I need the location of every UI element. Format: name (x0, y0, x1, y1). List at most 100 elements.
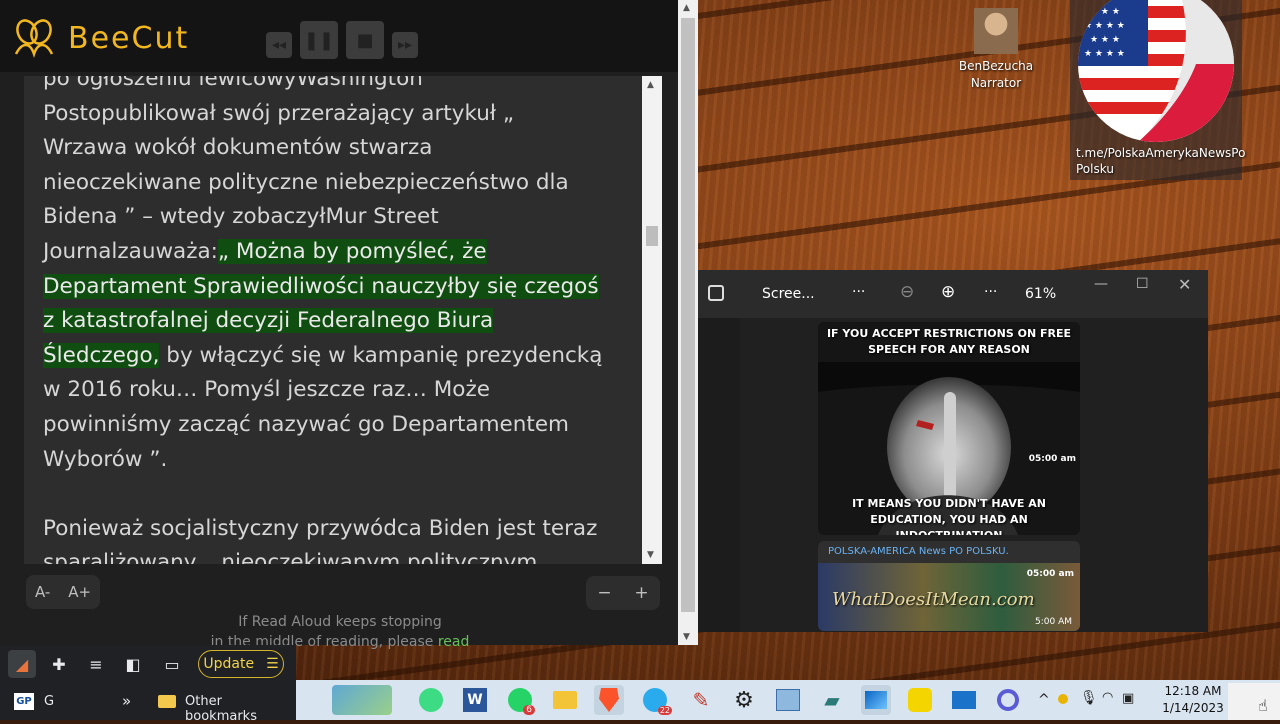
notes-icon[interactable]: ▰ (817, 685, 847, 715)
speed-plus-button[interactable]: + (634, 583, 648, 603)
highlighted-segment: „ Można by pomyśleć, że (217, 238, 487, 264)
paint-icon[interactable] (773, 685, 803, 715)
maps-app-icon[interactable] (332, 685, 392, 715)
meme-timestamp: 05:00 am (1028, 454, 1076, 464)
telegram-badge: 22 (657, 706, 672, 715)
channel-timestamp-2: 5:00 AM (1035, 617, 1072, 627)
text-line: Journalzauważa:„ Można by pomyśleć, że (43, 235, 623, 270)
text-line: sparaliżowany „ nieoczekiwanym polityczn… (43, 550, 538, 564)
text-line: Wrzawa wokół dokumentów stwarza (43, 135, 433, 161)
channel-name: POLSKA-AMERICA News PO POLSKU. (828, 546, 1009, 557)
tray-yellow-icon[interactable] (1058, 694, 1068, 704)
scroll-down-arrow-icon[interactable]: ▼ (683, 632, 690, 642)
bookmarks-overflow[interactable]: » (122, 692, 131, 710)
media-player-icon[interactable] (949, 685, 979, 715)
pause-button[interactable]: ❚❚ (300, 21, 338, 59)
android-icon[interactable] (416, 685, 446, 715)
folder-icon (158, 695, 176, 708)
wallet-icon[interactable]: ▭ (158, 650, 186, 678)
update-button[interactable]: Update ☰ (198, 650, 284, 678)
narrator-avatar (974, 8, 1018, 54)
maximize-button[interactable]: ☐ (1136, 276, 1149, 292)
svg-text:★ ★ ★: ★ ★ ★ (1090, 7, 1120, 17)
clock-time: 12:18 AM (1164, 684, 1222, 698)
text-scrollbar-thumb[interactable] (646, 226, 658, 246)
photos-sidebar (698, 318, 740, 632)
svg-text:★ ★ ★: ★ ★ ★ (1090, 35, 1120, 45)
bookmarks-bar: GP G » Other bookmarks (0, 683, 296, 724)
taskbar-clock[interactable]: 12:18 AM 1/14/2023 (1158, 683, 1228, 717)
zoom-in-icon[interactable]: ⊕ (941, 282, 955, 302)
meme-bottom-text: IT MEANS YOU DIDN'T HAVE AN EDUCATION, Y… (852, 497, 1046, 535)
extensions-puzzle-icon[interactable]: ✚ (45, 650, 73, 678)
bee-icon (14, 19, 54, 58)
update-label: Update (203, 656, 255, 672)
forward-button[interactable]: ▸▸ (392, 32, 418, 58)
network-icon[interactable]: ▣ (1122, 691, 1134, 706)
photos-app-taskbar-icon[interactable] (861, 685, 891, 715)
edit-tool-icon[interactable]: ✎ (686, 685, 716, 715)
bookmark-g[interactable]: G (44, 694, 54, 709)
notice-line: If Read Aloud keeps stopping (238, 614, 442, 630)
scroll-down-arrow-icon[interactable]: ▼ (647, 550, 654, 560)
channel-timestamp: 05:00 am (1026, 569, 1074, 579)
wifi-icon[interactable]: ◠ (1102, 690, 1113, 705)
panel-scrollbar[interactable]: ▲ ▼ (678, 0, 698, 645)
text-scrollbar[interactable]: ▲ ▼ (642, 76, 662, 564)
beecut-name: BeeCut (68, 20, 190, 56)
text-line: powinniśmy zacząć nazywać go Departament… (43, 411, 569, 437)
scroll-up-arrow-icon[interactable]: ▲ (683, 3, 690, 13)
gp-bookmark-icon[interactable]: GP (14, 693, 34, 710)
more-options-icon[interactable]: ··· (984, 284, 997, 300)
svg-text:★ ★ ★ ★: ★ ★ ★ ★ (1084, 21, 1125, 31)
word-icon[interactable]: W (460, 685, 490, 715)
panel-scrollbar-thumb[interactable] (681, 18, 695, 612)
telegram-icon[interactable]: 22 (640, 685, 672, 715)
font-increase-button[interactable]: A+ (68, 583, 91, 601)
playlist-icon[interactable]: ≡ (82, 650, 110, 678)
photos-titlebar: Scree... ··· ⊖ ⊕ ··· 61% — ☐ ✕ (698, 270, 1208, 318)
minimize-button[interactable]: — (1094, 276, 1108, 292)
hand-cursor-icon: ☝ (1258, 696, 1268, 715)
text-line: z katastrofalnej decyzji Federalnego Biu… (43, 304, 623, 339)
highlighted-segment: Śledczego, (43, 342, 160, 368)
windows-taskbar: W 6 22 ✎ ⚙ ▰ ^ 🎙 ◠ ▣ ▢ (296, 680, 1280, 720)
text-line: Postopublikował swój przerażający artyku… (43, 100, 514, 126)
us-poland-flag-icon: ★ ★ ★ ★ ★ ★ ★ ★ ★ ★ ★ ★ ★ ★ ★ ★ ★ ★ (1078, 0, 1234, 142)
settings-gear-icon[interactable]: ⚙ (729, 685, 759, 715)
highlighted-segment: z katastrofalnej decyzji Federalnego Biu… (43, 308, 494, 334)
beecut-taskbar-icon[interactable] (905, 685, 935, 715)
whatsapp-icon[interactable]: 6 (505, 685, 535, 715)
clock-date: 1/14/2023 (1162, 701, 1224, 715)
text-segment: Journalzauważa: (43, 238, 218, 264)
notice-link[interactable]: read (438, 634, 470, 650)
channel-flag-tile[interactable]: ★ ★ ★ ★ ★ ★ ★ ★ ★ ★ ★ ★ ★ ★ ★ ★ ★ ★ t.me/P… (1070, 0, 1245, 180)
text-segment: by włączyć się w kampanię prezydencką (159, 342, 603, 368)
more-options-icon[interactable]: ··· (852, 284, 865, 300)
microphone-icon[interactable]: 🎙 (1080, 690, 1098, 706)
sidebar-icon[interactable]: ◧ (119, 650, 147, 678)
screen-recorder-icon[interactable] (993, 685, 1023, 715)
file-explorer-icon[interactable] (550, 685, 580, 715)
speed-minus-button[interactable]: − (597, 583, 611, 603)
close-button[interactable]: ✕ (1178, 275, 1191, 294)
tray-overflow-chevron-icon[interactable]: ^ (1038, 692, 1050, 708)
channel-post-preview: POLSKA-AMERICA News PO POLSKU. 05:00 am … (818, 541, 1080, 631)
brave-browser-icon[interactable] (594, 685, 624, 715)
show-desktop-corner[interactable] (1228, 683, 1280, 720)
rewind-button[interactable]: ◂◂ (266, 32, 292, 58)
text-line: Śledczego, by włączyć się w kampanię pre… (43, 339, 623, 374)
whatsapp-badge: 6 (523, 705, 535, 715)
speed-controls: − + (586, 576, 660, 610)
scroll-up-arrow-icon[interactable]: ▲ (647, 80, 654, 90)
font-decrease-button[interactable]: A- (35, 583, 50, 601)
meme-image: IF YOU ACCEPT RESTRICTIONS ON FREE SPEEC… (818, 322, 1080, 535)
zoom-out-icon[interactable]: ⊖ (900, 282, 914, 302)
stop-button[interactable]: ■ (346, 21, 384, 59)
narrator-desktop-icon[interactable]: BenBezucha Narrator (955, 8, 1037, 92)
read-aloud-extension-icon[interactable]: ◢ (8, 650, 36, 678)
reading-text-area[interactable]: po ogłoszeniu lewicowyWashington Postopu… (24, 76, 662, 564)
text-line: po ogłoszeniu lewicowyWashington (43, 76, 423, 91)
photos-title: Scree... (762, 286, 815, 302)
